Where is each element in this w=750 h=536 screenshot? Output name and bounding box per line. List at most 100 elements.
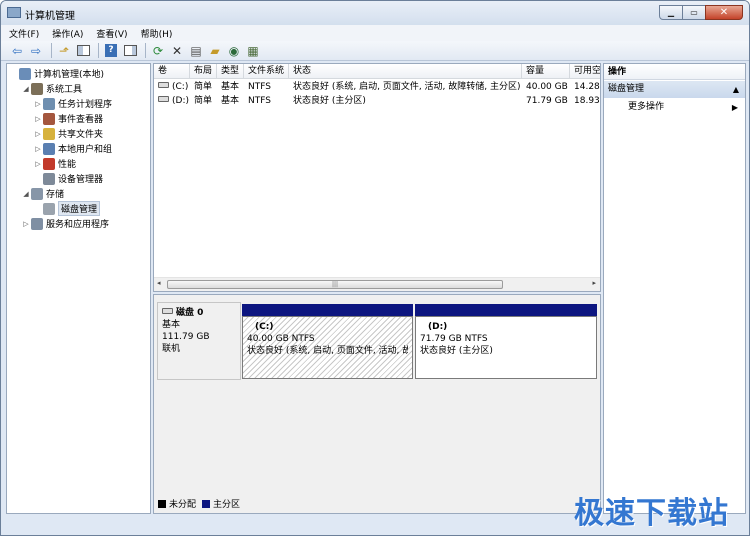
volume-cell: (D:) xyxy=(154,94,190,108)
partition-bar-c xyxy=(242,304,413,316)
window-controls: ▁ ▭ ✕ xyxy=(659,5,743,20)
help-icon: ? xyxy=(105,44,117,57)
tree-item-label: 系统工具 xyxy=(46,85,83,95)
tree-item-label: 计算机管理(本地) xyxy=(34,70,105,80)
legend-primary: 主分区 xyxy=(213,500,241,510)
expand-toggle-icon[interactable]: ▷ xyxy=(33,115,43,123)
status-cell: 状态良好 (系统, 启动, 页面文件, 活动, 故障转储, 主分区) xyxy=(293,82,521,92)
tree-item-7[interactable]: 设备管理器 xyxy=(7,171,150,186)
volume-row-d[interactable]: (D:) 简单 基本 NTFS 状态良好 (主分区) 71.79 GB 18.9… xyxy=(154,94,600,108)
storage-icon xyxy=(31,187,43,200)
disk-info-card[interactable]: 磁盘 0 基本 111.79 GB 联机 xyxy=(157,302,241,380)
tree-item-label: 磁盘管理 xyxy=(58,201,101,216)
column-capacity[interactable]: 容量 xyxy=(522,64,570,79)
show-hide-tree-icon xyxy=(76,45,90,56)
tree-item-3[interactable]: ▷ 事件查看器 xyxy=(7,111,150,126)
collapse-icon: ▲ xyxy=(732,85,739,94)
disk-graphical-view[interactable]: 磁盘 0 基本 111.79 GB 联机 (C:) 40.00 GB NTFS … xyxy=(153,294,601,514)
tree-item-10[interactable]: ▷ 服务和应用程序 xyxy=(7,216,150,231)
partition-size: 71.79 GB NTFS xyxy=(420,334,488,344)
expand-toggle-icon[interactable]: ▷ xyxy=(21,220,31,228)
computer-management-icon xyxy=(19,67,31,80)
delete-button[interactable]: ✕ xyxy=(169,43,185,59)
tree-item-0[interactable]: 计算机管理(本地) xyxy=(7,66,150,81)
tree-item-5[interactable]: ▷ 本地用户和组 xyxy=(7,141,150,156)
console-tree[interactable]: 计算机管理(本地) ◢ 系统工具 ▷ 任务计划程序 ▷ 事件查看器 ▷ 共享文件夹 ▷ 本地用户和组… xyxy=(6,63,151,514)
scroll-right-icon[interactable]: ▸ xyxy=(592,279,596,287)
event-viewer-icon xyxy=(43,112,55,125)
scrollbar-thumb[interactable]: ||| xyxy=(167,280,503,289)
up-button[interactable]: ⬏ xyxy=(56,43,72,59)
minimize-button[interactable]: ▁ xyxy=(659,5,683,20)
tree-item-6[interactable]: ▷ 性能 xyxy=(7,156,150,171)
partition-status: 状态良好 (主分区) xyxy=(420,346,493,356)
partition-d[interactable]: (D:) 71.79 GB NTFS 状态良好 (主分区) xyxy=(415,316,597,379)
menu-help[interactable]: 帮助(H) xyxy=(141,27,173,40)
more-actions[interactable]: 更多操作 ▶ xyxy=(604,100,745,115)
show-hide-tree-button[interactable] xyxy=(75,43,91,59)
column-layout[interactable]: 布局 xyxy=(190,64,217,79)
tree-item-label: 共享文件夹 xyxy=(58,130,104,140)
tree-item-label: 服务和应用程序 xyxy=(46,220,110,230)
services-apps-icon xyxy=(31,217,43,230)
drive-icon xyxy=(158,82,169,88)
partition-status: 状态良好 (系统, 启动, 页面文件, 活动, 故 xyxy=(247,346,408,356)
column-status[interactable]: 状态 xyxy=(289,64,522,79)
disk-name: 磁盘 0 xyxy=(176,308,204,318)
back-button[interactable]: ⇦ xyxy=(9,43,25,59)
performance-icon xyxy=(43,157,55,170)
toolbar-separator xyxy=(145,43,146,58)
column-free-space[interactable]: 可用空 xyxy=(570,64,600,79)
actions-section-disk-management[interactable]: 磁盘管理 ▲ xyxy=(604,81,745,98)
expand-toggle-icon[interactable]: ▷ xyxy=(33,145,43,153)
tree-item-label: 任务计划程序 xyxy=(58,100,113,110)
forward-button[interactable]: ⇨ xyxy=(28,43,44,59)
connect-icon: ▤ xyxy=(190,43,202,58)
capacity-cell: 71.79 GB xyxy=(526,96,568,106)
search-button[interactable]: ◉ xyxy=(226,43,242,59)
maximize-button[interactable]: ▭ xyxy=(682,5,706,20)
toolbar: ⇦ ⇨ ⬏ ? ⟳ ✕ ▤ ▰ ◉ ▦ xyxy=(1,41,749,61)
legend-unallocated: 未分配 xyxy=(169,500,197,510)
tree-item-1[interactable]: ◢ 系统工具 xyxy=(7,81,150,96)
open-button[interactable]: ▰ xyxy=(207,43,223,59)
more-actions-label: 更多操作 xyxy=(628,102,665,112)
computer-management-window: 计算机管理 ▁ ▭ ✕ 文件(F) 操作(A) 查看(V) 帮助(H) ⇦ ⇨ … xyxy=(0,0,750,536)
horizontal-scrollbar[interactable]: ◂ ||| ▸ xyxy=(154,277,600,291)
title-bar[interactable]: 计算机管理 ▁ ▭ ✕ xyxy=(1,1,749,25)
expand-toggle-icon[interactable]: ▷ xyxy=(33,160,43,168)
partition-c[interactable]: (C:) 40.00 GB NTFS 状态良好 (系统, 启动, 页面文件, 活… xyxy=(242,316,413,379)
properties-button[interactable] xyxy=(122,43,138,59)
connect-button[interactable]: ▤ xyxy=(188,43,204,59)
tree-item-4[interactable]: ▷ 共享文件夹 xyxy=(7,126,150,141)
expand-toggle-icon[interactable]: ▷ xyxy=(33,130,43,138)
volume-list-header: 卷 布局 类型 文件系统 状态 容量 可用空 xyxy=(154,64,600,79)
scroll-left-icon[interactable]: ◂ xyxy=(157,279,161,287)
type-cell: 基本 xyxy=(221,82,240,92)
menu-file[interactable]: 文件(F) xyxy=(9,27,39,40)
legend: 未分配 主分区 xyxy=(158,497,240,510)
disk-type: 基本 xyxy=(162,320,181,330)
close-button[interactable]: ✕ xyxy=(705,5,743,20)
tree-item-2[interactable]: ▷ 任务计划程序 xyxy=(7,96,150,111)
refresh-button[interactable]: ⟳ xyxy=(150,43,166,59)
expand-toggle-icon[interactable]: ◢ xyxy=(21,85,31,93)
options-button[interactable]: ▦ xyxy=(245,43,261,59)
menu-action[interactable]: 操作(A) xyxy=(52,27,83,40)
column-type[interactable]: 类型 xyxy=(217,64,244,79)
column-volume[interactable]: 卷 xyxy=(154,64,190,79)
help-button[interactable]: ? xyxy=(103,43,119,59)
column-filesystem[interactable]: 文件系统 xyxy=(244,64,289,79)
tree-item-9[interactable]: 磁盘管理 xyxy=(7,201,150,216)
tree-item-8[interactable]: ◢ 存储 xyxy=(7,186,150,201)
up-folder-icon: ⬏ xyxy=(58,43,70,58)
volume-list[interactable]: 卷 布局 类型 文件系统 状态 容量 可用空 (C:) 简单 基本 NTFS 状… xyxy=(153,63,601,292)
free-space-cell: 14.28 xyxy=(574,82,600,92)
volume-row-c[interactable]: (C:) 简单 基本 NTFS 状态良好 (系统, 启动, 页面文件, 活动, … xyxy=(154,80,600,94)
toolbar-separator xyxy=(98,43,99,58)
tree-item-label: 事件查看器 xyxy=(58,115,104,125)
expand-toggle-icon[interactable]: ▷ xyxy=(33,100,43,108)
expand-toggle-icon[interactable]: ◢ xyxy=(21,190,31,198)
search-icon: ◉ xyxy=(228,43,240,58)
menu-view[interactable]: 查看(V) xyxy=(96,27,127,40)
